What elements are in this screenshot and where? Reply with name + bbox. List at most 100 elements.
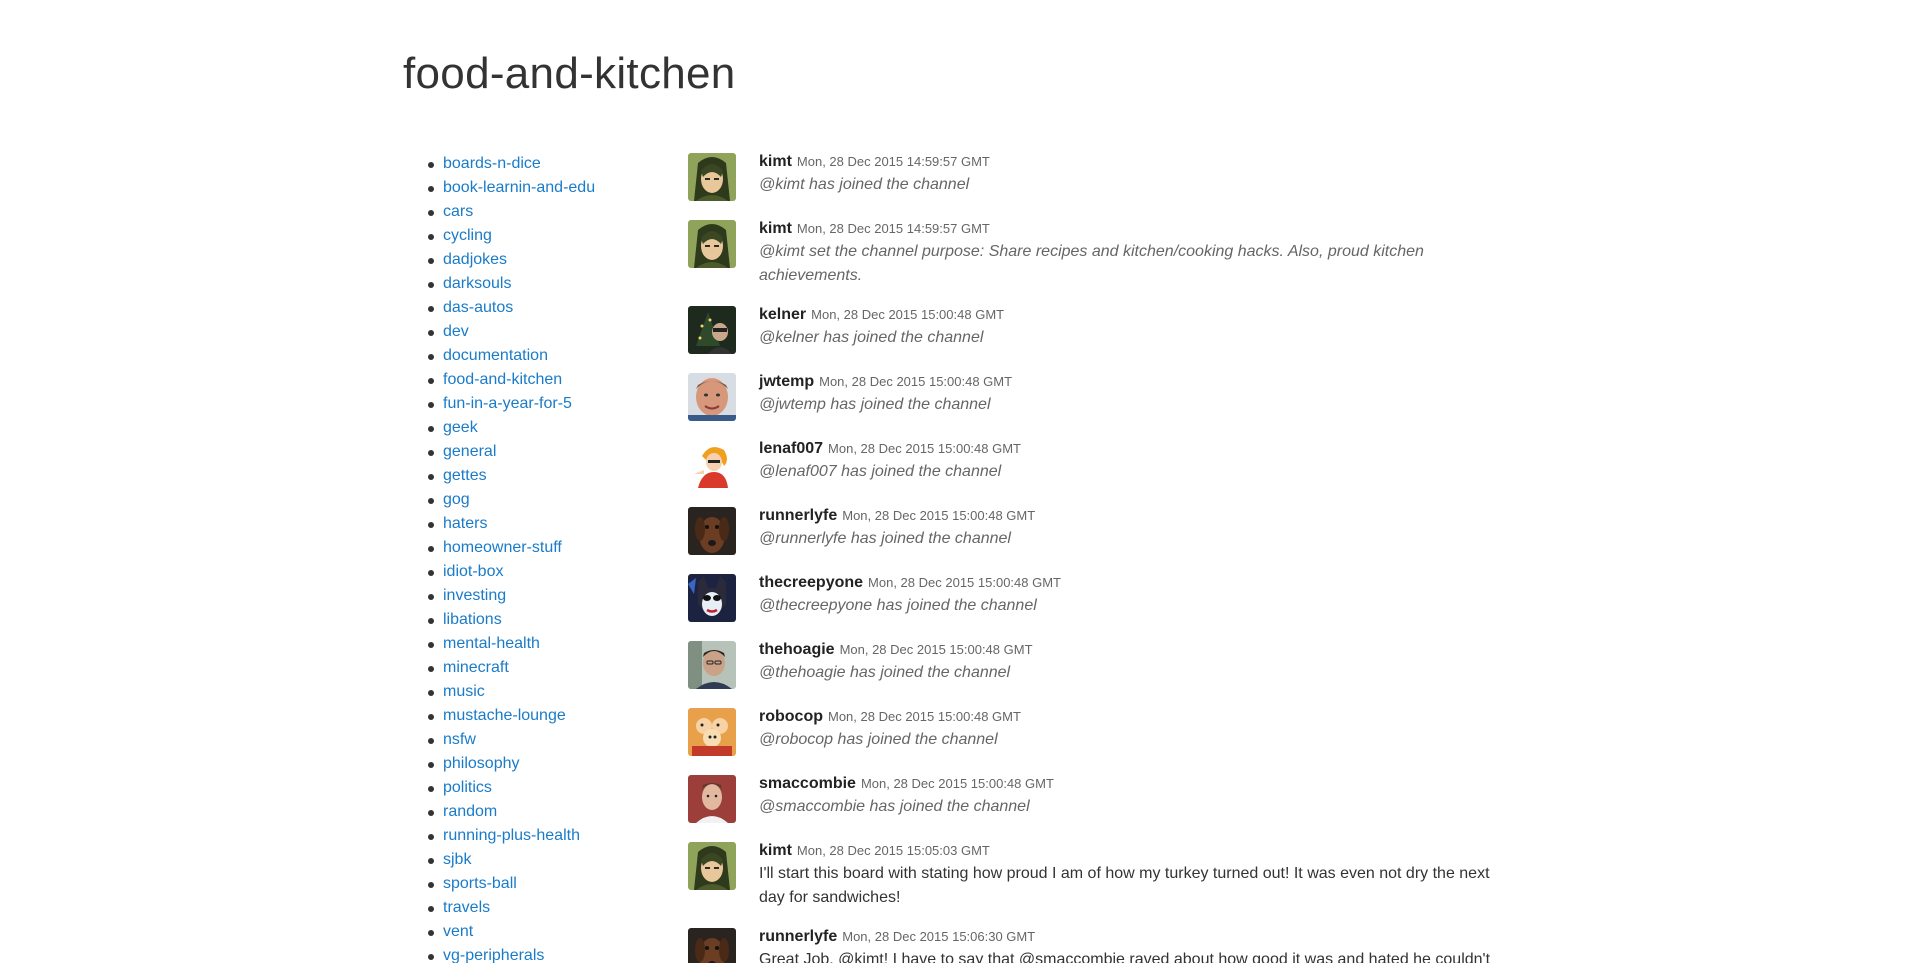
message-header: kimt Mon, 28 Dec 2015 14:59:57 GMT xyxy=(759,152,1518,172)
channel-link[interactable]: fun-in-a-year-for-5 xyxy=(443,395,572,412)
message-text: @lenaf007 has joined the channel xyxy=(759,463,1002,480)
channel-link[interactable]: philosophy xyxy=(443,755,520,772)
channel-item: sjbk xyxy=(427,848,595,872)
channel-link[interactable]: dadjokes xyxy=(443,251,507,268)
message-username[interactable]: kimt xyxy=(759,842,792,859)
channel-link[interactable]: libations xyxy=(443,611,502,628)
message-header: kelner Mon, 28 Dec 2015 15:00:48 GMT xyxy=(759,305,1518,325)
message: thecreepyone Mon, 28 Dec 2015 15:00:48 GM… xyxy=(688,573,1518,623)
message-timestamp: Mon, 28 Dec 2015 15:00:48 GMT xyxy=(819,374,1013,389)
message-username[interactable]: runnerlyfe xyxy=(759,928,837,945)
channel-link[interactable]: book-learnin-and-edu xyxy=(443,179,595,196)
channel-link[interactable]: cars xyxy=(443,203,473,220)
channel-link[interactable]: sjbk xyxy=(443,851,471,868)
channel-link[interactable]: food-and-kitchen xyxy=(443,371,562,388)
dog-photo-avatar[interactable] xyxy=(688,928,736,963)
anime-portrait-avatar[interactable] xyxy=(688,842,736,890)
message-timestamp: Mon, 28 Dec 2015 15:00:48 GMT xyxy=(811,307,1005,322)
channel-link[interactable]: running-plus-health xyxy=(443,827,580,844)
message-header: lenaf007 Mon, 28 Dec 2015 15:00:48 GMT xyxy=(759,439,1518,459)
channel-link[interactable]: music xyxy=(443,683,485,700)
channel-item: music xyxy=(427,680,595,704)
channel-link[interactable]: gettes xyxy=(443,467,487,484)
channel-link[interactable]: gog xyxy=(443,491,470,508)
channel-link[interactable]: travels xyxy=(443,899,490,916)
message-timestamp: Mon, 28 Dec 2015 15:00:48 GMT xyxy=(828,709,1021,724)
channel-item: das-autos xyxy=(427,296,595,320)
channel-item: documentation xyxy=(427,344,595,368)
channel-link[interactable]: darksouls xyxy=(443,275,511,292)
message-username[interactable]: kimt xyxy=(759,220,792,237)
channel-item: philosophy xyxy=(427,752,595,776)
cartoon-woman-avatar[interactable] xyxy=(688,440,736,488)
page: food-and-kitchen boards-n-dice book-learn… xyxy=(0,0,1920,963)
message-username[interactable]: runnerlyfe xyxy=(759,507,837,524)
channel-link[interactable]: investing xyxy=(443,587,506,604)
channel-link[interactable]: vent xyxy=(443,923,473,940)
man-photo-avatar[interactable] xyxy=(688,641,736,689)
message: kimt Mon, 28 Dec 2015 14:59:57 GMT @kimt h… xyxy=(688,152,1518,202)
channel-link[interactable]: random xyxy=(443,803,497,820)
message-username[interactable]: thehoagie xyxy=(759,641,835,658)
channel-link[interactable]: vg-peripherals xyxy=(443,947,544,963)
christmas-tree-photo-avatar[interactable] xyxy=(688,306,736,354)
channel-link[interactable]: das-autos xyxy=(443,299,513,316)
man-red-background-avatar[interactable] xyxy=(688,775,736,823)
message-timestamp: Mon, 28 Dec 2015 15:00:48 GMT xyxy=(842,508,1036,523)
channel-item: libations xyxy=(427,608,595,632)
message-header: jwtemp Mon, 28 Dec 2015 15:00:48 GMT xyxy=(759,372,1518,392)
channel-item: haters xyxy=(427,512,595,536)
channel-link[interactable]: nsfw xyxy=(443,731,476,748)
anime-portrait-avatar[interactable] xyxy=(688,153,736,201)
face-photo-avatar[interactable] xyxy=(688,373,736,421)
message: runnerlyfe Mon, 28 Dec 2015 15:06:30 GMT G… xyxy=(688,927,1518,963)
channel-link[interactable]: dev xyxy=(443,323,469,340)
message-username[interactable]: kelner xyxy=(759,306,806,323)
channel-item: dadjokes xyxy=(427,248,595,272)
message-header: runnerlyfe Mon, 28 Dec 2015 15:00:48 GMT xyxy=(759,506,1518,526)
message-text: Great Job, @kimt! I have to say that @sm… xyxy=(759,951,1491,963)
message-header: thecreepyone Mon, 28 Dec 2015 15:00:48 GM… xyxy=(759,573,1518,593)
message-text: @jwtemp has joined the channel xyxy=(759,396,991,413)
message-username[interactable]: jwtemp xyxy=(759,373,814,390)
message-username[interactable]: thecreepyone xyxy=(759,574,863,591)
message: kimt Mon, 28 Dec 2015 14:59:57 GMT @kimt s… xyxy=(688,219,1518,288)
masked-villain-avatar[interactable] xyxy=(688,574,736,622)
message: thehoagie Mon, 28 Dec 2015 15:00:48 GMT @t… xyxy=(688,640,1518,690)
dog-photo-avatar[interactable] xyxy=(688,507,736,555)
channel-link[interactable]: sports-ball xyxy=(443,875,517,892)
message-timestamp: Mon, 28 Dec 2015 15:00:48 GMT xyxy=(828,441,1021,456)
message-timestamp: Mon, 28 Dec 2015 15:00:48 GMT xyxy=(839,642,1033,657)
channel-link[interactable]: mental-health xyxy=(443,635,540,652)
channel-item: mustache-lounge xyxy=(427,704,595,728)
message-timestamp: Mon, 28 Dec 2015 14:59:57 GMT xyxy=(796,154,990,169)
message-username[interactable]: lenaf007 xyxy=(759,440,823,457)
message-username[interactable]: kimt xyxy=(759,153,792,170)
channel-item: fun-in-a-year-for-5 xyxy=(427,392,595,416)
channel-link[interactable]: geek xyxy=(443,419,478,436)
channel-item: book-learnin-and-edu xyxy=(427,176,595,200)
message: lenaf007 Mon, 28 Dec 2015 15:00:48 GMT @le… xyxy=(688,439,1518,489)
channel-link[interactable]: politics xyxy=(443,779,492,796)
channel-link[interactable]: minecraft xyxy=(443,659,509,676)
channel-link[interactable]: cycling xyxy=(443,227,492,244)
channel-item: general xyxy=(427,440,595,464)
cartoon-group-avatar[interactable] xyxy=(688,708,736,756)
message-username[interactable]: smaccombie xyxy=(759,775,856,792)
channel-item: idiot-box xyxy=(427,560,595,584)
channel-link[interactable]: documentation xyxy=(443,347,548,364)
channel-link[interactable]: haters xyxy=(443,515,487,532)
anime-portrait-avatar[interactable] xyxy=(688,220,736,268)
message-header: kimt Mon, 28 Dec 2015 15:05:03 GMT xyxy=(759,841,1518,861)
channel-link[interactable]: homeowner-stuff xyxy=(443,539,562,556)
channel-item: running-plus-health xyxy=(427,824,595,848)
channel-link[interactable]: idiot-box xyxy=(443,563,503,580)
message-text: @thehoagie has joined the channel xyxy=(759,664,1011,681)
message-username[interactable]: robocop xyxy=(759,708,823,725)
channel-item: nsfw xyxy=(427,728,595,752)
channel-item: geek xyxy=(427,416,595,440)
message-text: @smaccombie has joined the channel xyxy=(759,798,1030,815)
channel-link[interactable]: general xyxy=(443,443,496,460)
channel-link[interactable]: mustache-lounge xyxy=(443,707,566,724)
channel-link[interactable]: boards-n-dice xyxy=(443,155,541,172)
